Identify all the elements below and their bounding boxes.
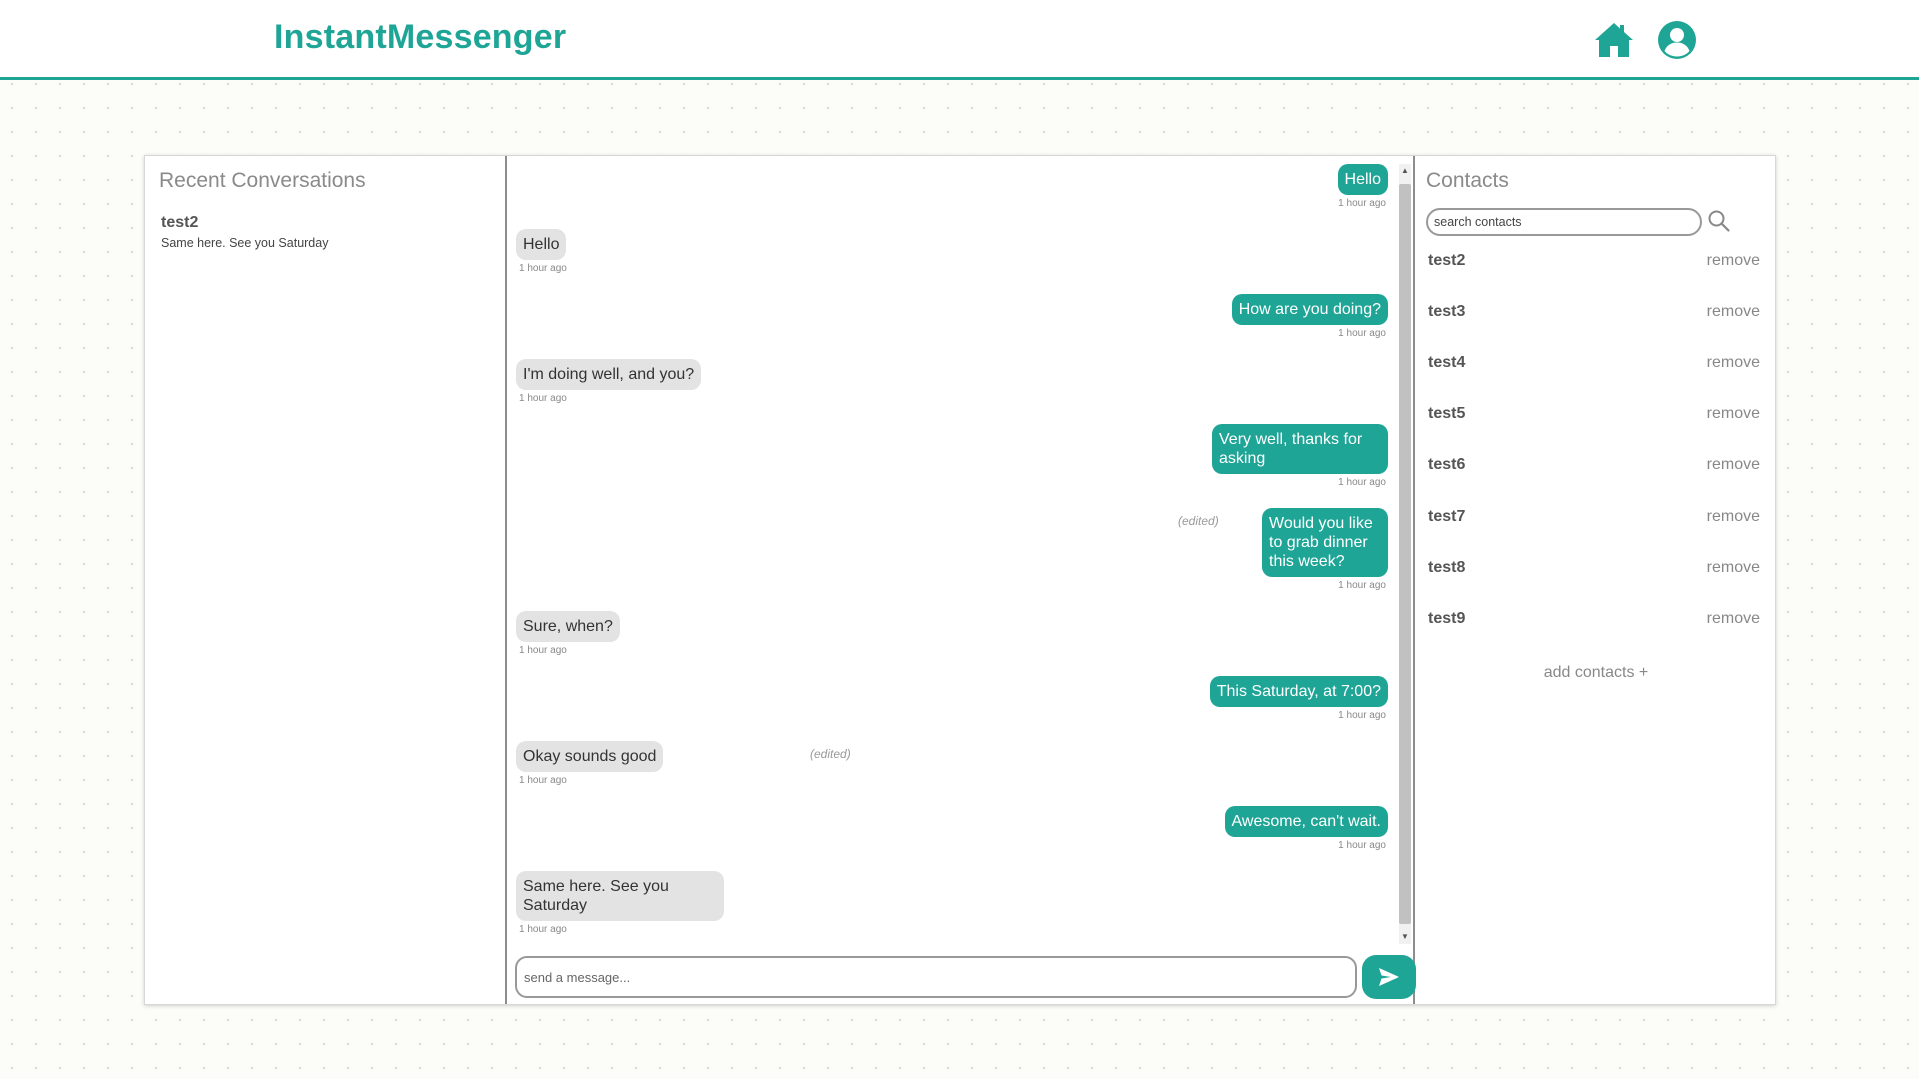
contact-name: test2 [1428, 252, 1466, 269]
message-bubble[interactable]: Would you like to grab dinner this week? [1262, 508, 1388, 577]
scroll-up-icon[interactable]: ▲ [1400, 166, 1410, 176]
add-contacts-button[interactable]: add contacts + [1417, 664, 1775, 682]
app-title[interactable]: InstantMessenger [274, 18, 566, 57]
message-input[interactable] [517, 958, 1355, 996]
remove-contact-button[interactable]: remove [1707, 610, 1760, 628]
contact-item[interactable]: test4 remove [1428, 354, 1760, 376]
contact-search-input[interactable] [1428, 210, 1700, 234]
conversation-item[interactable]: test2 Same here. See you Saturday [161, 214, 491, 250]
recent-conversations-title: Recent Conversations [159, 169, 366, 192]
contact-search-field[interactable] [1426, 208, 1702, 236]
message-time: 1 hour ago [1338, 328, 1386, 339]
message-time: 1 hour ago [1338, 580, 1386, 591]
remove-contact-button[interactable]: remove [1707, 405, 1760, 423]
contact-item[interactable]: test6 remove [1428, 456, 1760, 478]
edited-label: (edited) [810, 747, 851, 761]
contacts-panel: Contacts test2 remove test3 remove test4… [1417, 156, 1775, 1004]
message-composer[interactable] [515, 956, 1357, 998]
contact-item[interactable]: test7 remove [1428, 508, 1760, 530]
message-bubble[interactable]: Awesome, can't wait. [1224, 806, 1388, 837]
message-time: 1 hour ago [519, 393, 567, 404]
conversation-name: test2 [161, 214, 199, 231]
scroll-thumb[interactable] [1399, 184, 1411, 924]
message-bubble[interactable]: I'm doing well, and you? [516, 359, 702, 390]
message-outgoing: How are you doing? 1 hour ago [1231, 294, 1388, 339]
remove-contact-button[interactable]: remove [1707, 252, 1760, 270]
message-bubble[interactable]: Same here. See you Saturday [516, 871, 724, 921]
search-icon[interactable] [1707, 209, 1731, 233]
contact-name: test9 [1428, 610, 1466, 627]
contact-name: test5 [1428, 405, 1466, 422]
contact-name: test6 [1428, 456, 1466, 473]
message-bubble[interactable]: This Saturday, at 7:00? [1209, 676, 1388, 707]
contact-item[interactable]: test3 remove [1428, 303, 1760, 325]
contact-name: test4 [1428, 354, 1466, 371]
message-incoming: Okay sounds good 1 hour ago [516, 741, 664, 786]
message-bubble[interactable]: How are you doing? [1231, 294, 1388, 325]
message-bubble[interactable]: Hello [516, 229, 567, 260]
home-icon[interactable] [1593, 19, 1635, 61]
conversation-preview: Same here. See you Saturday [161, 236, 329, 250]
chat-scrollbar[interactable]: ▲ ▼ [1399, 164, 1411, 944]
remove-contact-button[interactable]: remove [1707, 303, 1760, 321]
message-outgoing: Would you like to grab dinner this week?… [1262, 508, 1388, 591]
contact-name: test3 [1428, 303, 1466, 320]
recent-conversations: Recent Conversations test2 Same here. Se… [145, 156, 507, 1004]
message-incoming: I'm doing well, and you? 1 hour ago [516, 359, 702, 404]
message-time: 1 hour ago [519, 924, 567, 935]
message-incoming: Same here. See you Saturday 1 hour ago [516, 871, 724, 935]
contact-name: test8 [1428, 559, 1466, 576]
contact-item[interactable]: test2 remove [1428, 252, 1760, 274]
contact-item[interactable]: test8 remove [1428, 559, 1760, 581]
send-button[interactable] [1362, 955, 1416, 999]
message-bubble[interactable]: Very well, thanks for asking [1212, 424, 1388, 474]
message-bubble[interactable]: Hello [1337, 164, 1388, 195]
contact-item[interactable]: test9 remove [1428, 610, 1760, 632]
contact-name: test7 [1428, 508, 1466, 525]
message-incoming: Sure, when? 1 hour ago [516, 611, 620, 656]
message-time: 1 hour ago [519, 645, 567, 656]
app-header: InstantMessenger [0, 0, 1919, 80]
contacts-title: Contacts [1426, 169, 1509, 192]
remove-contact-button[interactable]: remove [1707, 508, 1760, 526]
message-incoming: Hello 1 hour ago [516, 229, 567, 274]
message-time: 1 hour ago [1338, 840, 1386, 851]
chat-panel: Hello 1 hour ago Hello 1 hour ago How ar… [509, 156, 1416, 1004]
message-outgoing: Awesome, can't wait. 1 hour ago [1224, 806, 1388, 851]
scroll-down-icon[interactable]: ▼ [1400, 932, 1410, 942]
message-outgoing: Very well, thanks for asking 1 hour ago [1212, 424, 1388, 488]
messenger-panel: Recent Conversations test2 Same here. Se… [144, 155, 1776, 1005]
remove-contact-button[interactable]: remove [1707, 456, 1760, 474]
user-circle-icon[interactable] [1656, 19, 1698, 61]
message-time: 1 hour ago [519, 263, 567, 274]
remove-contact-button[interactable]: remove [1707, 354, 1760, 372]
message-time: 1 hour ago [1338, 710, 1386, 721]
message-outgoing: This Saturday, at 7:00? 1 hour ago [1209, 676, 1388, 721]
message-time: 1 hour ago [519, 775, 567, 786]
remove-contact-button[interactable]: remove [1707, 559, 1760, 577]
message-bubble[interactable]: Sure, when? [516, 611, 620, 642]
contact-item[interactable]: test5 remove [1428, 405, 1760, 427]
message-outgoing: Hello 1 hour ago [1337, 164, 1388, 209]
message-time: 1 hour ago [1338, 477, 1386, 488]
send-icon [1379, 968, 1399, 986]
message-time: 1 hour ago [1338, 198, 1386, 209]
edited-label: (edited) [1178, 514, 1219, 528]
message-bubble[interactable]: Okay sounds good [516, 741, 664, 772]
